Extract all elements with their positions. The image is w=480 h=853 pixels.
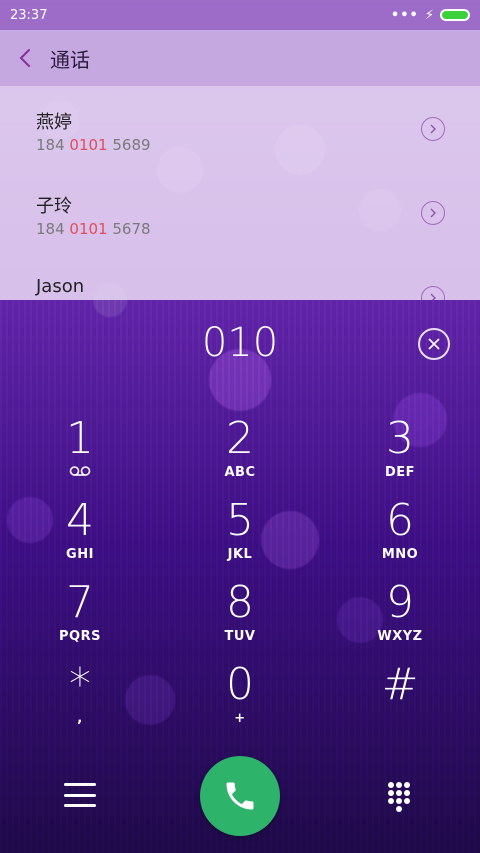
chevron-right-icon: [430, 208, 436, 218]
key-digit: 2: [226, 413, 254, 464]
keypad-toggle-button[interactable]: [388, 782, 410, 812]
contact-number: 184 0101 5689: [36, 136, 151, 154]
dot: [388, 798, 394, 804]
dot: [404, 798, 410, 804]
key-letters: PQRS: [59, 629, 101, 644]
key-2[interactable]: 2 ABC: [160, 415, 320, 497]
menu-icon-line: [64, 793, 96, 797]
phone-icon: [226, 782, 254, 810]
status-bar: 23:37 ••• ⚡: [0, 0, 480, 30]
key-letters: MNO: [381, 547, 419, 562]
key-1[interactable]: 1: [0, 415, 160, 497]
chevron-left-icon: [19, 49, 30, 67]
page-title: 通话: [50, 47, 90, 72]
key-digit: 0: [226, 659, 254, 710]
dot: [404, 782, 410, 788]
key-5[interactable]: 5 JKL: [160, 497, 320, 579]
dot: [396, 798, 402, 804]
status-time: 23:37: [10, 7, 48, 23]
keypad: 1 2 ABC 3 DEF 4 GHI 5 JKL 6 MNO 7 PQRS 8…: [0, 415, 480, 743]
chevron-right-icon: [430, 293, 436, 300]
contact-row[interactable]: 子玲 184 0101 5678: [0, 170, 480, 254]
charging-icon: ⚡: [424, 7, 434, 23]
key-digit: 6: [386, 495, 414, 546]
number-prefix: 184: [36, 136, 70, 154]
number-match: 0101: [69, 220, 108, 238]
key-letters: JKL: [227, 547, 253, 562]
chevron-right-icon: [430, 124, 436, 134]
app-header: 通话: [0, 30, 480, 86]
key-digit: #: [381, 659, 419, 710]
number-match: 0101: [69, 136, 108, 154]
key-9[interactable]: 9 WXYZ: [320, 579, 480, 661]
signal-dots: •••: [390, 7, 419, 23]
call-button[interactable]: [200, 756, 280, 836]
close-icon: [428, 338, 440, 350]
key-digit: 9: [386, 577, 414, 628]
contact-suggestions: 燕婷 184 0101 5689 子玲 184 0101 5678 Jason: [0, 86, 480, 300]
contact-row[interactable]: Jason: [0, 254, 480, 300]
key-digit: 1: [66, 413, 94, 464]
dialer: 010 1 2 ABC 3 DEF 4 GHI 5 JKL 6 MNO 7 PQ…: [0, 300, 480, 853]
dialed-number: 010: [201, 320, 279, 366]
contact-name: Jason: [36, 276, 85, 297]
number-prefix: 184: [36, 220, 70, 238]
key-0[interactable]: 0 +: [160, 661, 320, 743]
contact-name: 燕婷: [36, 112, 72, 133]
contact-detail-chevron-icon[interactable]: [421, 286, 445, 300]
key-8[interactable]: 8 TUV: [160, 579, 320, 661]
key-letters: ,: [77, 711, 83, 726]
number-suffix: 5689: [107, 136, 151, 154]
contact-row[interactable]: 燕婷 184 0101 5689: [0, 86, 480, 170]
key-digit: 7: [66, 577, 94, 628]
battery-icon: [440, 9, 470, 21]
status-icons: ••• ⚡: [391, 8, 470, 23]
key-star[interactable]: * ,: [0, 661, 160, 743]
key-7[interactable]: 7 PQRS: [0, 579, 160, 661]
key-letters: ABC: [224, 465, 256, 480]
clear-button[interactable]: [418, 328, 450, 360]
key-hash[interactable]: #: [320, 661, 480, 743]
key-letters: +: [234, 711, 246, 726]
contact-name: 子玲: [36, 196, 72, 217]
menu-icon-line: [64, 804, 96, 807]
contact-detail-chevron-icon[interactable]: [421, 117, 445, 141]
dot: [396, 806, 402, 812]
dot: [396, 790, 402, 796]
key-digit: 5: [226, 495, 254, 546]
key-letters: GHI: [66, 547, 94, 562]
key-letters: WXYZ: [377, 629, 423, 644]
back-button[interactable]: [0, 30, 50, 86]
dialer-actions: [0, 750, 480, 840]
menu-button[interactable]: [64, 783, 96, 807]
key-digit: 3: [386, 413, 414, 464]
key-digit: *: [69, 659, 91, 710]
dot: [396, 782, 402, 788]
number-suffix: 5678: [107, 220, 151, 238]
key-letters: TUV: [224, 629, 256, 644]
dot: [388, 790, 394, 796]
key-6[interactable]: 6 MNO: [320, 497, 480, 579]
key-3[interactable]: 3 DEF: [320, 415, 480, 497]
key-digit: 4: [66, 495, 94, 546]
contact-detail-chevron-icon[interactable]: [421, 201, 445, 225]
key-digit: 8: [226, 577, 254, 628]
voicemail-icon: [69, 466, 91, 476]
contact-number: 184 0101 5678: [36, 220, 151, 238]
key-4[interactable]: 4 GHI: [0, 497, 160, 579]
dot: [404, 790, 410, 796]
menu-icon-line: [64, 783, 96, 786]
key-letters: DEF: [384, 465, 416, 480]
dot: [388, 782, 394, 788]
